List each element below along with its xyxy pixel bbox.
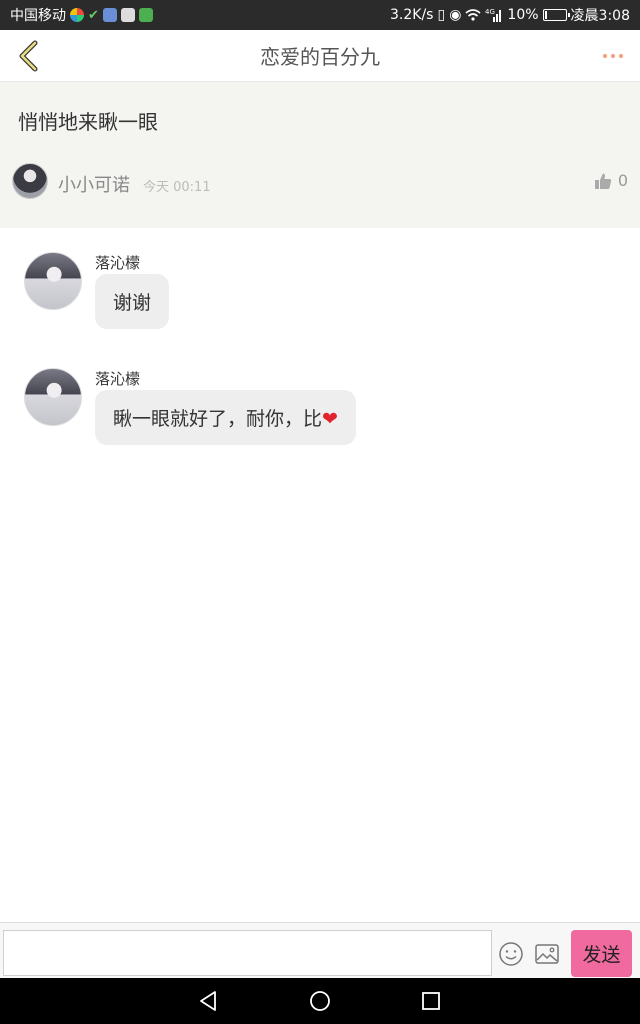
like-count: 0 [617,171,628,190]
back-chevron-icon [19,40,38,72]
post-timestamp: 今天 00:11 [143,180,211,195]
vibrate-icon: ▯ [437,7,446,23]
system-nav-bar [0,978,640,1024]
commenter-name: 落沁檬 [95,370,141,388]
header: 恋爱的百分九 [0,30,640,82]
comment-input[interactable] [3,930,492,976]
comment-text: 瞅一眼就好了，耐你，比 [113,408,323,430]
heart-emoji-icon: ❤ [322,408,338,430]
square-recent-icon [422,992,440,1010]
comment-bubble: 瞅一眼就好了，耐你，比❤ [95,390,356,445]
comment-text: 谢谢 [113,292,152,314]
more-dots-icon [603,54,607,58]
network-speed: 3.2K/s [390,7,434,23]
more-button[interactable] [598,42,628,70]
post-author-name[interactable]: 小小可诺 [58,171,130,197]
smiley-icon [499,942,523,966]
nav-recent-button[interactable] [419,989,443,1013]
emoji-button[interactable] [498,941,524,967]
post-title: 悄悄地来瞅一眼 [18,110,158,134]
nav-back-button[interactable] [196,989,220,1013]
signal-icon: 4G [485,8,502,22]
circle-home-icon [310,991,330,1011]
more-dot [619,54,623,58]
app-notification-icon [102,8,117,22]
battery-icon [542,9,570,21]
eye-icon: ◉ [449,7,462,23]
comment-input-bar: 发送 [0,922,640,978]
app-notification-icon [70,8,84,22]
status-right: 3.2K/s ▯ ◉ 4G 10% 凌晨3:08 [390,5,630,25]
clock: 凌晨3:08 [570,8,630,24]
carrier-label: 中国移动 [10,8,66,24]
wifi-icon [465,9,481,21]
thumbs-up-icon [594,173,611,189]
commenter-avatar[interactable] [24,368,82,426]
nav-home-button[interactable] [308,989,332,1013]
post-author-avatar[interactable] [12,163,48,199]
commenter-name: 落沁檬 [95,254,141,272]
image-button[interactable] [534,941,560,967]
battery-percent: 10% [507,7,539,23]
send-button[interactable]: 发送 [571,930,632,977]
triangle-back-icon [200,991,216,1011]
comment-bubble: 谢谢 [95,274,170,329]
page-title: 恋爱的百分九 [260,45,380,69]
post-card: 悄悄地来瞅一眼 小小可诺 今天 00:11 0 [0,82,640,228]
status-left: 中国移动 ✔ [10,5,153,25]
app-notification-icon [120,8,135,22]
image-icon [535,944,559,964]
like-button[interactable]: 0 [594,171,628,190]
status-bar: 中国移动 ✔ 3.2K/s ▯ ◉ 4G 10% 凌晨3:08 [0,0,640,30]
commenter-avatar[interactable] [24,252,82,310]
app-notification-icon [138,8,153,22]
back-button[interactable] [8,36,48,76]
network-type-label: 4G [485,8,495,16]
check-notification-icon: ✔ [88,7,99,23]
more-dot [611,54,615,58]
